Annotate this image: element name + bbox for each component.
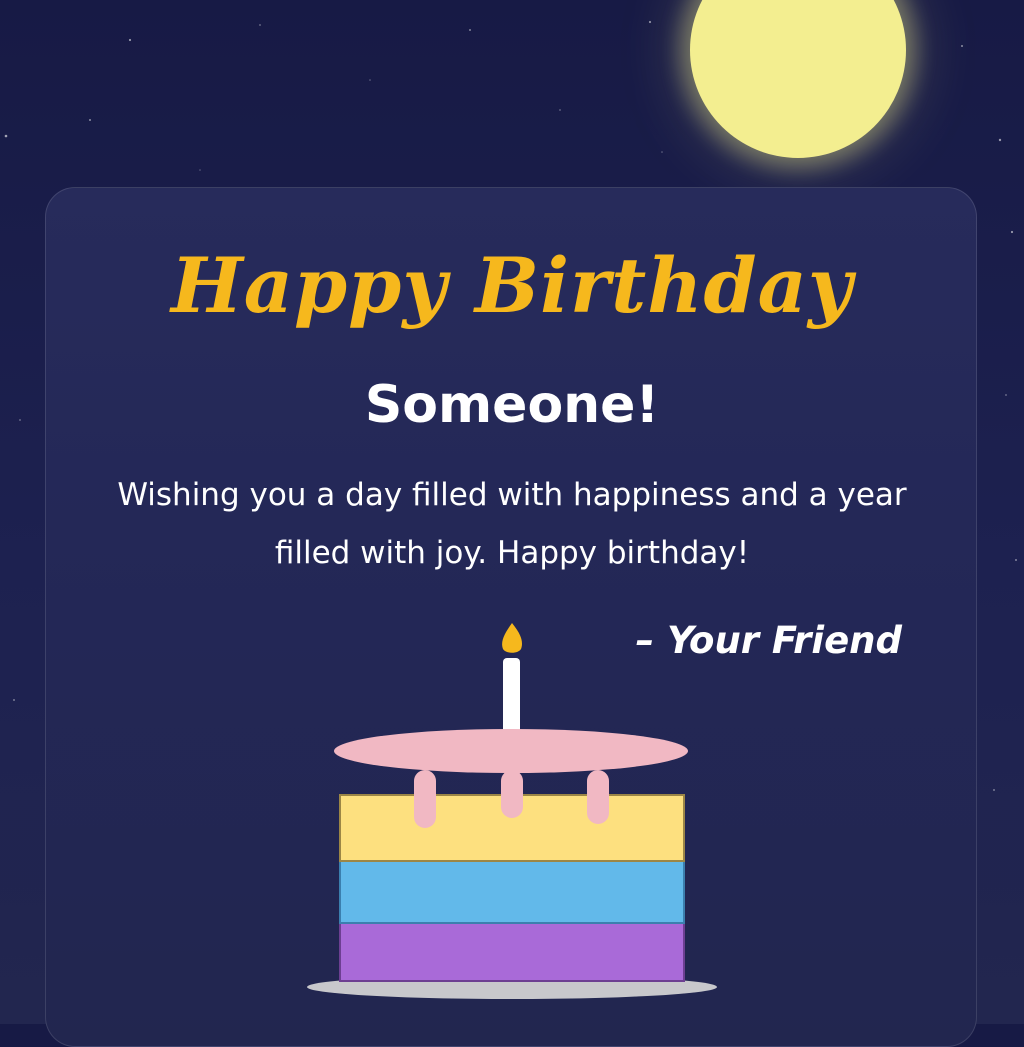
star-icon — [993, 789, 995, 791]
birthday-cake-icon — [307, 623, 717, 999]
cake-layer-middle — [339, 860, 685, 924]
frosting-drip — [501, 770, 523, 818]
star-icon — [259, 24, 261, 26]
recipient-name: Someone! — [364, 375, 660, 435]
star-icon — [961, 45, 963, 47]
star-icon — [369, 79, 371, 81]
star-icon — [1015, 559, 1017, 561]
star-icon — [998, 138, 1002, 142]
birthday-message: Wishing you a day filled with happiness … — [117, 477, 907, 571]
candle-icon — [503, 658, 520, 738]
star-icon — [559, 109, 561, 111]
frosting-drip — [587, 770, 609, 824]
star-icon — [89, 119, 91, 121]
star-icon — [199, 169, 201, 171]
frosting-top — [334, 729, 688, 773]
star-icon — [1010, 230, 1014, 234]
frosting-drip — [414, 770, 436, 828]
star-icon — [469, 29, 471, 31]
candle-flame-icon — [502, 623, 522, 653]
moon-icon — [690, 0, 906, 158]
star-icon — [128, 38, 132, 42]
card-title: Happy Birthday — [170, 241, 853, 330]
star-icon — [13, 699, 15, 701]
star-icon — [648, 20, 652, 24]
star-icon — [4, 134, 8, 138]
star-icon — [661, 151, 663, 153]
cake-layer-bottom — [339, 922, 685, 982]
